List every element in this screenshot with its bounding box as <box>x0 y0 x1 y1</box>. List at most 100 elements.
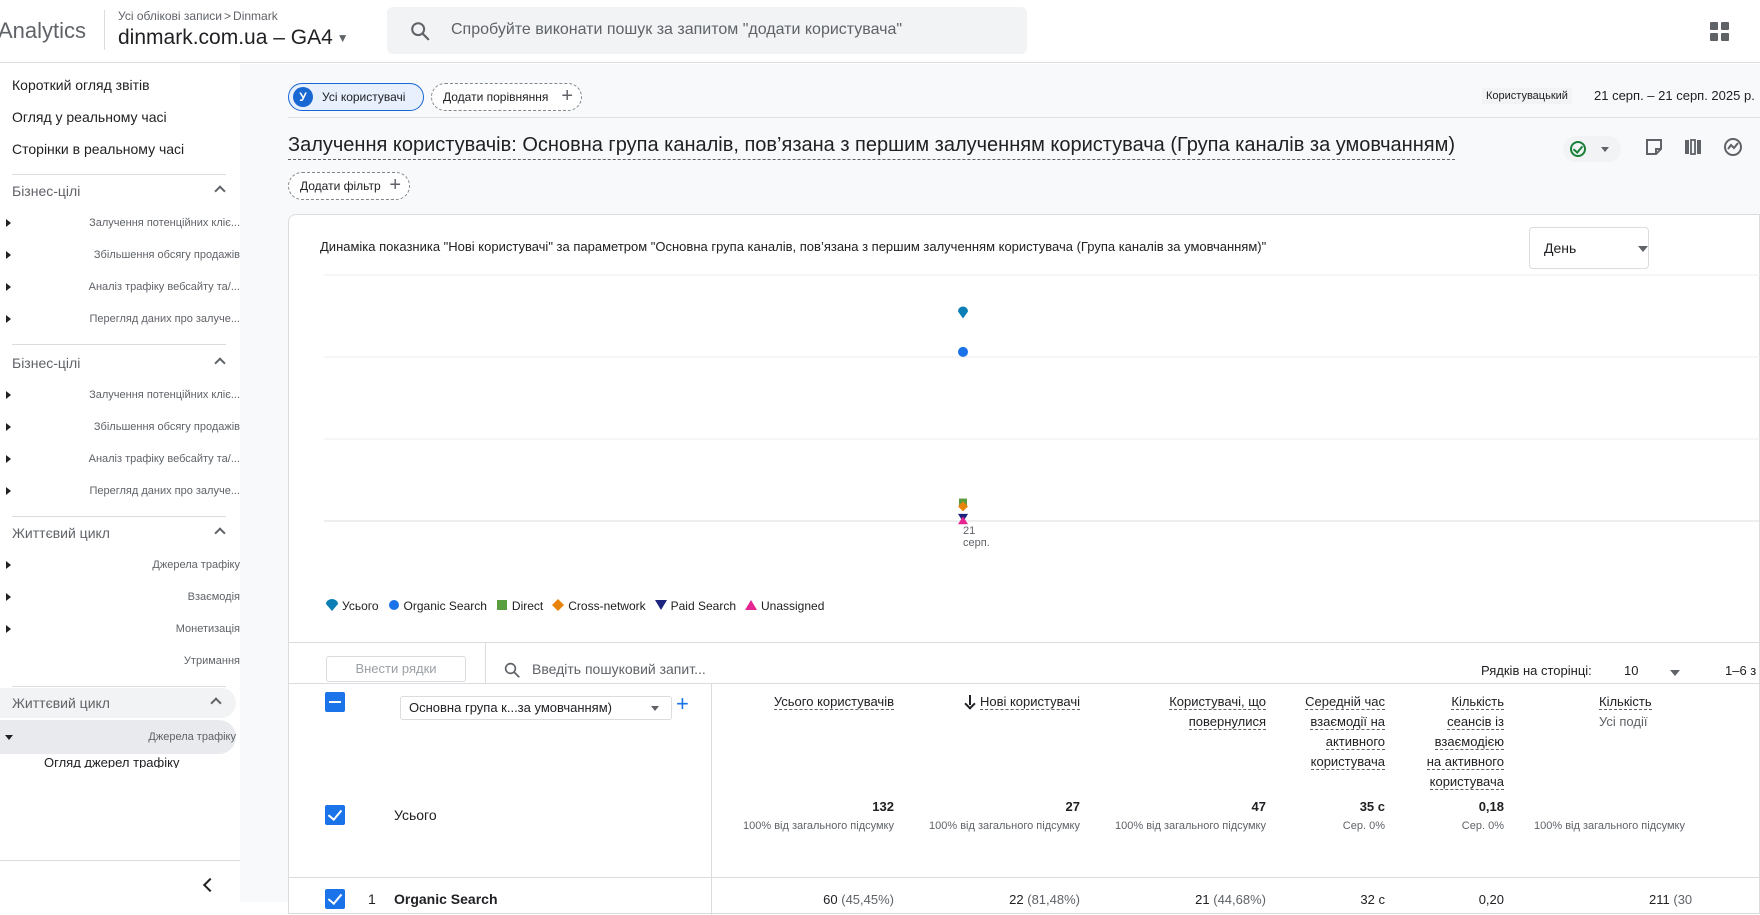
compare-columns-icon[interactable] <box>1683 137 1703 157</box>
rows-per-page-select[interactable]: 10 <box>1624 663 1638 678</box>
sidebar-item[interactable]: Збільшення обсягу продажів <box>0 412 240 442</box>
report-card: Динаміка показника "Нові користувачі" за… <box>288 214 1760 915</box>
column-header-returning-users[interactable]: Користувачі, що повернулися <box>1079 692 1266 732</box>
triangle-right-icon <box>6 561 11 569</box>
legend-label: Direct <box>511 599 544 613</box>
sidebar-item[interactable]: Взаємодія <box>0 582 240 612</box>
insights-note-icon[interactable] <box>1644 137 1664 157</box>
search-bar[interactable]: Спробуйте виконати пошук за запитом "дод… <box>387 7 1027 54</box>
add-dimension-icon[interactable]: + <box>676 691 689 717</box>
column-header-new-users[interactable]: Нові користувачі <box>899 692 1080 712</box>
new-users-pct-note: 100% від загального підсумку <box>929 820 1080 832</box>
sidebar-item[interactable]: Залучення потенційних кліє... <box>0 208 240 238</box>
sidebar-item[interactable]: Джерела трафіку <box>0 550 240 580</box>
divider <box>289 683 1760 684</box>
row-sessions: 0,20 <box>1478 892 1504 907</box>
row-index: 1 <box>368 891 376 907</box>
sidebar-group-business-goals[interactable]: Бізнес-цілі <box>0 348 240 378</box>
avg-time-note: Сер. 0% <box>1342 820 1385 832</box>
legend-marker-icon <box>326 599 338 611</box>
sidebar-item-label: Залучення потенційних кліє... <box>89 389 240 401</box>
property-selector[interactable]: dinmark.com.ua – GA4 ▼ <box>118 26 349 50</box>
top-bar: Analytics Усі облікові записи > Dinmark di… <box>0 0 1760 63</box>
sidebar-group-lifecycle[interactable]: Життєвий цикл <box>0 688 236 718</box>
total-row-label: Усього <box>394 807 437 823</box>
legend-marker-icon <box>654 600 667 610</box>
divider <box>289 642 1760 643</box>
sidebar-item[interactable]: Аналіз трафіку вебсайту та/... <box>0 272 240 302</box>
row-new-users: 22 (81,48%) <box>1009 892 1080 907</box>
legend-item[interactable]: Organic Search <box>388 599 487 613</box>
apps-grid-icon[interactable] <box>1710 22 1730 42</box>
dimension-selector[interactable]: Основна група к...за умовчанням) <box>400 696 672 720</box>
total-row-checkbox[interactable] <box>325 805 345 825</box>
property-name: dinmark.com.ua – GA4 <box>118 26 333 49</box>
row-checkbox[interactable] <box>325 889 345 909</box>
sidebar-item[interactable]: Залучення потенційних кліє... <box>0 380 240 410</box>
sidebar-item[interactable]: Утримання <box>0 646 240 676</box>
sidebar-item-reports-snapshot[interactable]: Короткий огляд звітів <box>0 70 240 100</box>
segment-chip[interactable]: У Усі користувачі <box>288 83 424 111</box>
sidebar-item[interactable]: Перегляд даних про залуче... <box>0 304 240 334</box>
breadcrumb[interactable]: Усі облікові записи > Dinmark <box>118 9 278 23</box>
group-title: Бізнес-цілі <box>12 355 81 371</box>
divider <box>289 877 1760 878</box>
data-point-organic-search[interactable] <box>958 346 968 357</box>
legend-item[interactable]: Direct <box>496 599 543 613</box>
segment-label: Усі користувачі <box>322 90 406 104</box>
sidebar-item-realtime-overview[interactable]: Огляд у реальному часі <box>0 102 240 132</box>
divider <box>104 10 105 50</box>
sidebar-item[interactable]: Збільшення обсягу продажів <box>0 240 240 270</box>
sidebar-item-traffic-acquisition[interactable]: Джерела трафіку <box>0 720 236 754</box>
column-header-event-count[interactable]: Кількість Усі події <box>1579 692 1760 732</box>
add-filter-button[interactable]: Додати фільтр + <box>288 172 410 200</box>
legend-label: Organic Search <box>403 599 487 613</box>
sidebar-item-label: Монетизація <box>175 623 240 635</box>
select-all-checkbox[interactable] <box>325 692 345 712</box>
column-header-engaged-sessions[interactable]: Кількість сеансів із взаємодією на активног… <box>1399 692 1504 792</box>
sidebar-item[interactable]: Аналіз трафіку вебсайту та/... <box>0 444 240 474</box>
column-header-avg-engagement-time[interactable]: Середній час взаємодії на активного користу… <box>1279 692 1385 772</box>
rows-per-page-label: Рядків на сторінці: <box>1481 663 1592 678</box>
add-rows-button[interactable]: Внести рядки <box>326 656 466 682</box>
legend-item[interactable]: Unassigned <box>745 599 824 613</box>
legend-item[interactable]: Усього <box>326 599 379 613</box>
sort-down-icon <box>965 695 975 707</box>
legend-item[interactable]: Cross-network <box>552 599 646 613</box>
total-users-value: 132 <box>872 799 894 814</box>
legend-label: Unassigned <box>761 599 825 613</box>
caret-down-icon[interactable] <box>1670 670 1680 676</box>
divider <box>288 117 1760 118</box>
sidebar-group-business-goals[interactable]: Бізнес-цілі <box>0 176 240 206</box>
date-range-picker[interactable]: 21 серп. – 21 серп. 2025 р. <box>1594 88 1755 103</box>
breadcrumb-account[interactable]: Dinmark <box>233 9 278 23</box>
data-point-unassigned[interactable] <box>958 516 968 525</box>
add-filter-label: Додати фільтр <box>300 179 381 193</box>
add-comparison-button[interactable]: Додати порівняння + <box>431 83 582 111</box>
row-events: 211 (30 <box>1649 892 1693 907</box>
brand-logo-text[interactable]: Analytics <box>0 18 86 44</box>
sidebar-item[interactable]: Перегляд даних про залуче... <box>0 476 240 506</box>
breadcrumb-all-accounts[interactable]: Усі облікові записи <box>118 9 222 23</box>
legend-item[interactable]: Paid Search <box>654 599 736 613</box>
sidebar-item[interactable]: Монетизація <box>0 614 240 644</box>
data-quality-status[interactable] <box>1563 136 1621 162</box>
column-header-total-users[interactable]: Усього користувачів <box>729 692 894 712</box>
legend-marker-icon <box>388 600 399 610</box>
row-channel[interactable]: Organic Search <box>394 891 498 907</box>
triangle-right-icon <box>6 391 11 399</box>
sidebar-item-label: Перегляд даних про залуче... <box>89 313 240 325</box>
insights-icon[interactable] <box>1723 137 1743 157</box>
triangle-right-icon <box>6 455 11 463</box>
sidebar-item-realtime-pages[interactable]: Сторінки в реальному часі <box>0 134 240 164</box>
new-users-value: 27 <box>1065 799 1080 814</box>
sidebar-item-label: Джерела трафіку <box>152 559 240 571</box>
search-icon <box>411 22 430 41</box>
data-point-усього[interactable] <box>958 306 968 319</box>
sidebar-item-traffic-overview[interactable]: Огляд джерел трафіку <box>0 754 240 768</box>
sidebar-item-label: Аналіз трафіку вебсайту та/... <box>88 281 240 293</box>
table-search-input[interactable]: Введіть пошуковий запит... <box>532 661 706 677</box>
page-title[interactable]: Залучення користувачів: Основна група ка… <box>288 134 1456 160</box>
caret-down-icon: ▼ <box>336 31 349 46</box>
sidebar-group-lifecycle[interactable]: Життєвий цикл <box>0 518 240 548</box>
